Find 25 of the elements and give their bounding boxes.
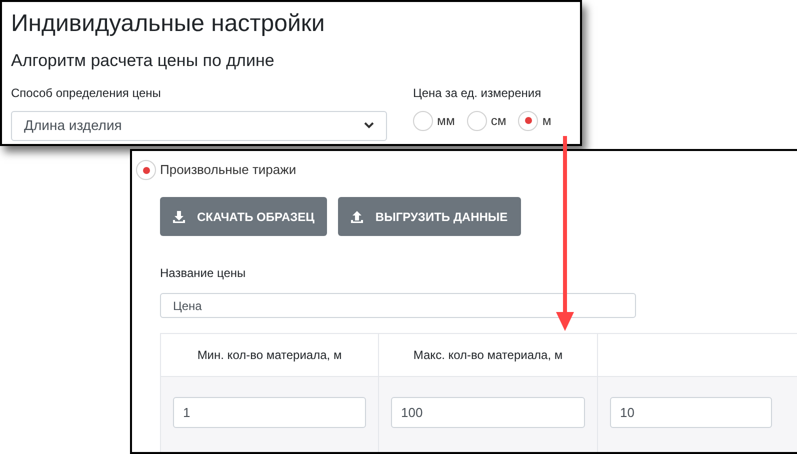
radio-label: Произвольные тиражи — [160, 161, 296, 180]
radio-button[interactable] — [466, 110, 487, 130]
section-title: Алгоритм расчета цены по длине — [11, 50, 276, 72]
radio-button[interactable] — [413, 110, 433, 130]
price-method-select[interactable]: Длина изделия — [11, 110, 387, 140]
radio-label: см — [490, 112, 506, 130]
column-header: Мин. кол-во материала, м — [197, 347, 342, 364]
table-input[interactable]: 10 — [610, 397, 772, 428]
radio-label: м — [542, 112, 552, 130]
field-label: Название цены — [160, 265, 247, 282]
radio-button[interactable] — [136, 160, 156, 180]
table-input[interactable]: 100 — [391, 397, 585, 428]
field-label: Способ определения цены — [11, 84, 162, 102]
action-button[interactable]: СКАЧАТЬ ОБРАЗЕЦ — [160, 197, 328, 236]
chevron-down-icon — [364, 122, 374, 129]
upload-icon — [351, 210, 364, 222]
column-header: Макс. кол-во материала, м — [413, 347, 563, 364]
radio-button[interactable] — [518, 110, 538, 130]
download-icon — [173, 210, 185, 222]
price-name-input[interactable]: Цена — [160, 293, 636, 318]
panel-title: Индивидуальные настройки — [11, 9, 326, 39]
radio-label: мм — [437, 112, 455, 130]
action-button[interactable]: ВЫГРУЗИТЬ ДАННЫЕ — [338, 197, 521, 236]
field-label: Цена за ед. измерения — [413, 84, 542, 102]
table-input[interactable]: 1 — [173, 397, 366, 428]
